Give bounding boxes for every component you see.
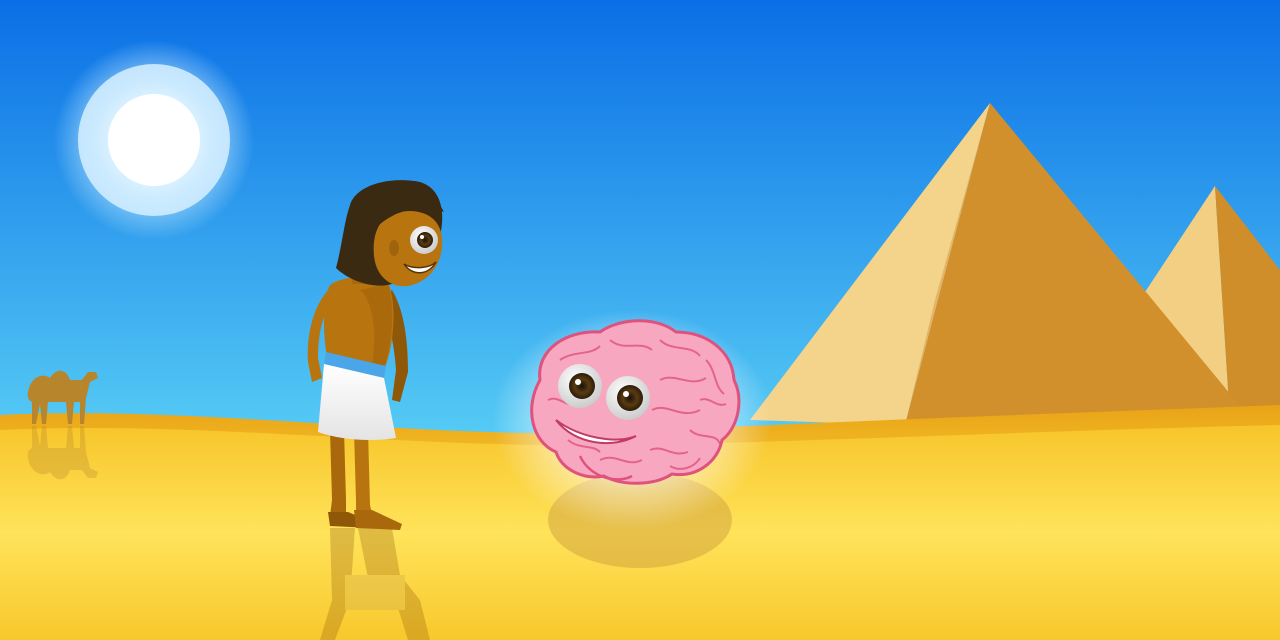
sun-icon bbox=[54, 40, 254, 240]
desert-scene bbox=[0, 0, 1280, 640]
cartoon-brain bbox=[530, 319, 741, 485]
